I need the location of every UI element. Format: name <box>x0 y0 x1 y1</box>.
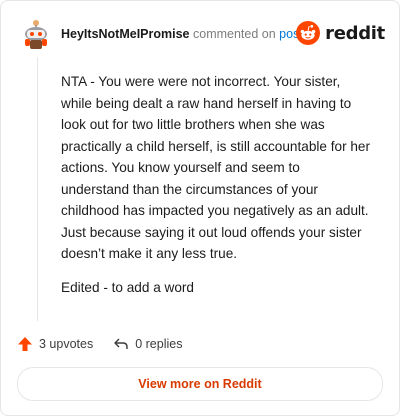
comment-byline: HeyItsNotMeIPromise commented on post <box>61 26 303 42</box>
comment-body: NTA - You were were not incorrect. Your … <box>61 71 371 310</box>
thread-line <box>37 57 38 321</box>
embedded-comment-card: HeyItsNotMeIPromise commented on post re… <box>0 0 400 416</box>
comment-header: HeyItsNotMeIPromise commented on post re… <box>17 17 385 51</box>
comment-paragraph: NTA - You were were not incorrect. Your … <box>61 74 371 261</box>
reddit-wordmark: reddit <box>325 22 385 44</box>
comment-author-link[interactable]: HeyItsNotMeIPromise <box>61 27 190 41</box>
reply-count: 0 replies <box>135 337 183 351</box>
view-more-on-reddit-button[interactable]: View more on Reddit <box>17 367 383 401</box>
replies-button[interactable]: 0 replies <box>113 336 182 352</box>
upvote-arrow-icon <box>18 337 32 351</box>
upvote-count: 3 upvotes <box>39 337 94 351</box>
comment-actions: 3 upvotes 0 replies <box>17 334 202 354</box>
comment-paragraph: Edited - to add a word <box>61 279 194 295</box>
upvote-button[interactable]: 3 upvotes <box>17 336 93 352</box>
reddit-logo[interactable]: reddit <box>296 20 385 46</box>
commented-on-label: commented on <box>193 27 276 41</box>
reddit-logo-icon <box>296 21 321 45</box>
reply-arrow-icon <box>114 338 128 349</box>
user-avatar-icon[interactable] <box>21 17 51 51</box>
